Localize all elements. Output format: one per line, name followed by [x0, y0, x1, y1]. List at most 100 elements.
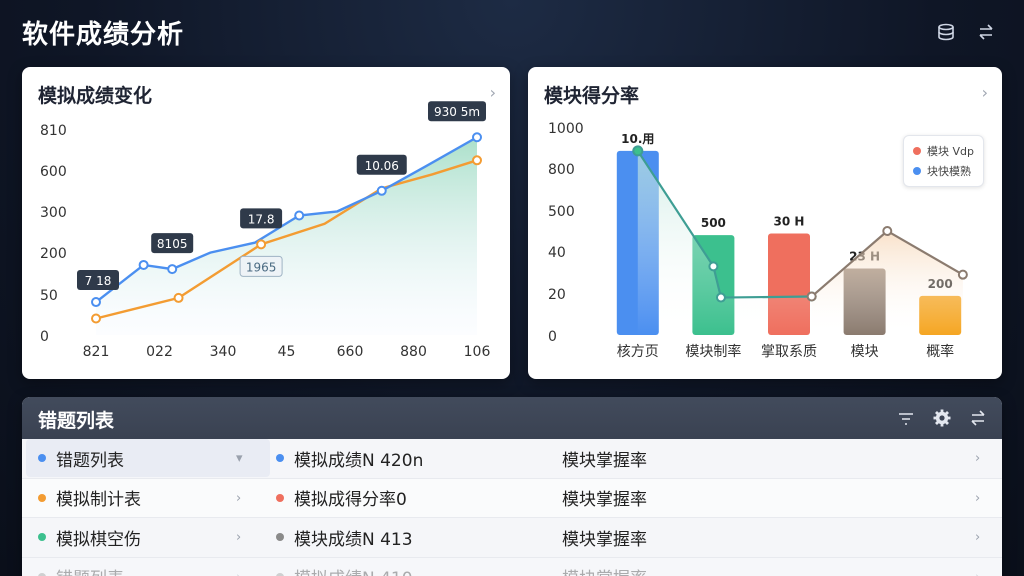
data-point — [294, 210, 305, 221]
chart-legend: 模块 Vdp 块快模熟 — [903, 135, 984, 187]
y-tick-label: 500 — [548, 204, 575, 220]
x-tick-label: 821 — [83, 344, 110, 360]
list-cell[interactable]: 模拟成绩N 420n — [276, 439, 508, 477]
x-tick-label: 掌取系质 — [761, 344, 817, 360]
swap-icon[interactable] — [968, 408, 988, 428]
data-point — [806, 291, 817, 302]
chevron-right-icon[interactable]: › — [975, 451, 980, 466]
data-label: 7 18 — [85, 274, 112, 288]
x-tick-label: 022 — [146, 344, 173, 360]
cell-label: 模拟成绩N 410 — [294, 564, 413, 576]
cell-label: 模块成绩N 413 — [294, 529, 413, 550]
data-label: 17.8 — [248, 212, 275, 226]
data-point — [256, 239, 267, 250]
database-icon[interactable] — [936, 22, 956, 42]
swap-icon[interactable] — [976, 22, 996, 42]
list-cell[interactable]: 模块掌握率 — [562, 518, 972, 556]
bar-label: 500 — [701, 216, 726, 230]
x-tick-label: 核方页 — [617, 344, 659, 360]
legend-label: 模块 Vdp — [927, 145, 974, 158]
chevron-right-icon[interactable]: › — [236, 570, 241, 576]
chevron-right-icon[interactable]: › — [236, 491, 241, 506]
list-cell[interactable]: 模块掌握率 — [562, 558, 972, 576]
list-row[interactable]: 错题列表 › 模拟成绩N 410 模块掌握率 › — [22, 557, 1002, 576]
legend-label: 块快模熟 — [927, 165, 971, 178]
cell-label: 模块掌握率 — [562, 529, 647, 550]
error-list-panel: 错题列表 错题列表 ▾ 模拟成绩N 420n 模块掌握率 › 模拟制计表 › 模… — [22, 397, 1002, 576]
legend-swatch — [913, 147, 921, 155]
list-cell[interactable]: 模拟成得分率0 — [276, 479, 508, 517]
y-tick-label: 40 — [548, 245, 566, 261]
y-tick-label: 300 — [40, 205, 67, 221]
list-cell[interactable]: 模拟棋空伤 — [26, 518, 270, 556]
data-point — [91, 313, 101, 324]
y-tick-label: 600 — [40, 164, 67, 180]
y-tick-label: 800 — [548, 162, 575, 178]
chevron-right-icon[interactable]: › — [975, 491, 980, 506]
list-row[interactable]: 模拟棋空伤 › 模块成绩N 413 模块掌握率 › — [22, 518, 1002, 558]
list-cell[interactable]: 模块掌握率 — [562, 439, 972, 477]
y-tick-label: 1000 — [548, 121, 584, 137]
data-point — [91, 297, 101, 308]
top-bar: 软件成绩分析 — [0, 0, 1024, 62]
data-point — [472, 132, 482, 143]
gear-icon[interactable] — [932, 408, 952, 428]
bar-chart-card: 模块得分率 › 1000 800 500 40 20 0 10.用 核方页 500 模块制率 30 … — [528, 67, 1002, 379]
data-point — [957, 269, 968, 280]
line-chart-card: 模拟成绩变化 › 810 600 300 200 50 0 821 022 340 45 660 88… — [22, 67, 510, 379]
status-dot — [38, 493, 46, 502]
data-label: 10.06 — [365, 159, 399, 173]
data-point — [376, 185, 387, 196]
status-dot — [276, 454, 284, 462]
list-cell[interactable]: 模块掌握率 — [562, 479, 972, 517]
chevron-right-icon[interactable]: › — [975, 570, 980, 576]
cell-label: 模拟制计表 — [56, 490, 141, 510]
line-chart: 810 600 300 200 50 0 821 022 340 45 660 880 106 7 18 8… — [40, 101, 491, 360]
x-tick-label: 模块制率 — [685, 343, 741, 360]
legend-item: 块快模熟 — [913, 161, 974, 181]
cell-label: 错题列表 — [56, 564, 124, 576]
cell-label: 模块掌握率 — [562, 490, 647, 510]
y-tick-label: 0 — [40, 329, 49, 345]
app-title: 软件成绩分析 — [22, 20, 185, 50]
x-tick-label: 模块 — [851, 344, 879, 360]
x-tick-label: 45 — [278, 344, 296, 360]
y-tick-label: 0 — [548, 329, 557, 345]
cell-label: 模拟棋空伤 — [56, 529, 141, 550]
bar-label: 10.用 — [621, 132, 654, 146]
chevron-down-icon[interactable]: ▾ — [236, 451, 243, 466]
status-dot — [276, 572, 284, 576]
cell-label: 模块掌握率 — [562, 564, 647, 576]
list-row[interactable]: 错题列表 ▾ 模拟成绩N 420n 模块掌握率 › — [22, 439, 1002, 479]
list-row[interactable]: 模拟制计表 › 模拟成得分率0 模块掌握率 › — [22, 478, 1002, 518]
cell-label: 模块掌握率 — [562, 450, 647, 471]
list-cell[interactable]: 错题列表 — [26, 439, 270, 477]
data-point — [167, 264, 178, 275]
data-label: 1965 — [246, 260, 277, 274]
list-cell[interactable]: 模块成绩N 413 — [276, 518, 508, 556]
list-cell[interactable]: 模拟制计表 — [26, 479, 270, 517]
x-tick-label: 概率 — [926, 343, 954, 360]
chevron-right-icon[interactable]: › — [236, 530, 241, 545]
legend-swatch — [913, 167, 921, 175]
filter-icon[interactable] — [896, 408, 916, 428]
list-header: 错题列表 — [22, 397, 1002, 439]
error-list: 错题列表 ▾ 模拟成绩N 420n 模块掌握率 › 模拟制计表 › 模拟成得分率… — [22, 439, 1002, 576]
x-tick-label: 880 — [400, 344, 427, 360]
status-dot — [276, 493, 284, 502]
data-point — [632, 145, 644, 157]
data-point — [472, 155, 482, 166]
data-point — [138, 259, 149, 270]
y-tick-label: 810 — [40, 123, 67, 139]
chevron-right-icon[interactable]: › — [975, 530, 980, 545]
data-point — [708, 261, 719, 272]
status-dot — [276, 533, 284, 541]
list-cell[interactable]: 模拟成绩N 410 — [276, 558, 508, 576]
list-cell[interactable]: 错题列表 — [26, 558, 270, 576]
data-point — [173, 292, 184, 303]
y-tick-label: 50 — [40, 288, 58, 304]
status-dot — [38, 533, 46, 541]
y-tick-label: 200 — [40, 246, 67, 262]
x-tick-label: 106 — [464, 344, 491, 360]
status-dot — [38, 454, 46, 462]
